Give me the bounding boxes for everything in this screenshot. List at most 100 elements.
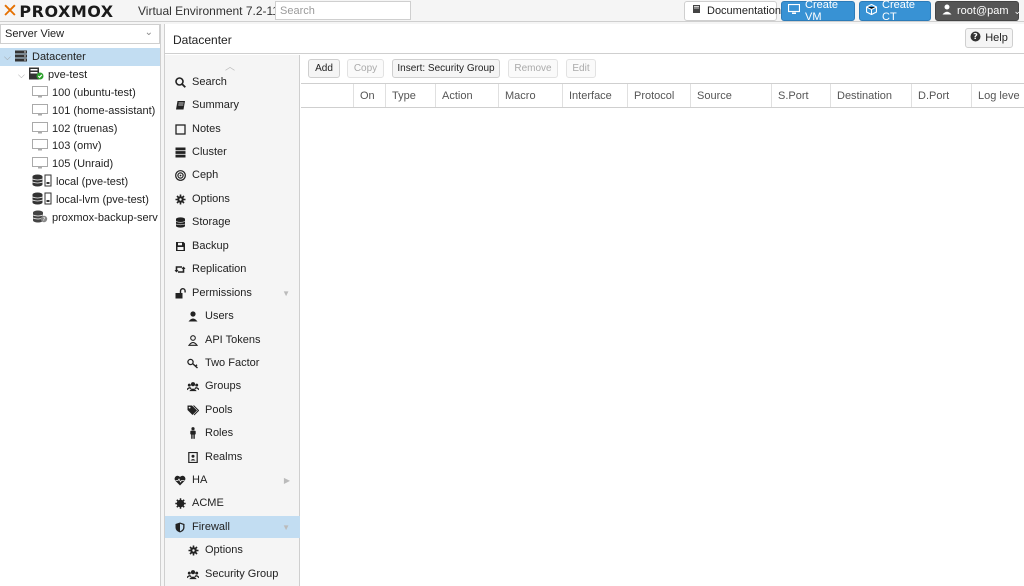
backup-storage-icon: ? bbox=[32, 210, 48, 226]
vm-icon bbox=[32, 121, 48, 137]
column-header[interactable]: Type bbox=[385, 84, 435, 107]
tree-item-label: 100 (ubuntu-test) bbox=[52, 87, 136, 99]
chevron-down-icon: ⌄ bbox=[144, 27, 153, 38]
menu-item-label: Replication bbox=[192, 263, 247, 275]
user-menu-button[interactable]: root@pam ⌄ bbox=[935, 1, 1021, 21]
certificate-icon bbox=[174, 497, 186, 509]
column-header[interactable]: Source bbox=[690, 84, 771, 107]
expand-chevron-icon[interactable]: ⌵ bbox=[4, 52, 14, 63]
documentation-button[interactable]: Documentation bbox=[684, 1, 781, 21]
menu-item-label: Cluster bbox=[192, 146, 227, 158]
tree-item[interactable]: 102 (truenas) bbox=[0, 120, 160, 138]
tree-item-label: local-lvm (pve-test) bbox=[56, 194, 149, 206]
version-label: Virtual Environment 7.2-11 bbox=[138, 4, 279, 18]
menu-item-storage[interactable]: Storage bbox=[165, 211, 300, 233]
heartbeat-icon bbox=[174, 474, 186, 486]
column-header[interactable]: D.Port bbox=[911, 84, 971, 107]
tree-item[interactable]: 105 (Unraid) bbox=[0, 155, 160, 173]
menu-item-ceph[interactable]: Ceph bbox=[165, 164, 300, 186]
column-header[interactable]: Action bbox=[435, 84, 498, 107]
menu-item-pools[interactable]: Pools bbox=[165, 399, 300, 421]
tree-item[interactable]: 101 (home-assistant) bbox=[0, 102, 160, 120]
menu-item-firewall[interactable]: Firewall ▼ bbox=[165, 516, 300, 538]
column-header[interactable]: Macro bbox=[498, 84, 562, 107]
tree-item-label: local (pve-test) bbox=[56, 176, 129, 188]
tree-item-label: pve-test bbox=[48, 69, 88, 81]
view-selector[interactable]: Server View ⌄ bbox=[0, 24, 160, 44]
database-icon bbox=[174, 216, 186, 228]
menu-item-options[interactable]: Options bbox=[165, 539, 300, 561]
copy-button[interactable]: Copy bbox=[347, 59, 384, 78]
tree-item[interactable]: 103 (omv) bbox=[0, 137, 160, 155]
menu-item-replication[interactable]: Replication bbox=[165, 258, 300, 280]
tree-item[interactable]: ? proxmox-backup-serv bbox=[0, 209, 160, 227]
menu-item-label: HA bbox=[192, 474, 208, 486]
datacenter-icon bbox=[14, 50, 28, 65]
documentation-label: Documentation bbox=[707, 5, 781, 17]
menu-item-label: Firewall bbox=[192, 521, 230, 533]
menu-item-label: Permissions bbox=[192, 287, 252, 299]
desktop-icon bbox=[787, 3, 801, 18]
svg-text:?: ? bbox=[973, 32, 978, 41]
global-search-input[interactable] bbox=[275, 1, 411, 20]
menu-item-ha[interactable]: HA ▶ bbox=[165, 469, 300, 491]
node-online-icon bbox=[28, 67, 44, 83]
menu-item-summary[interactable]: Summary bbox=[165, 94, 300, 116]
menu-item-search[interactable]: Search bbox=[165, 71, 300, 93]
tree-item-label: 105 (Unraid) bbox=[52, 158, 114, 170]
menu-item-acme[interactable]: ACME bbox=[165, 492, 300, 514]
proxmox-logo[interactable]: ✕ PROXMOX bbox=[2, 0, 114, 22]
menu-item-label: Two Factor bbox=[205, 357, 260, 369]
column-header[interactable]: Log leve bbox=[971, 84, 1024, 107]
tree-item-node[interactable]: ⌵ pve-test bbox=[0, 66, 160, 84]
menu-item-options[interactable]: Options bbox=[165, 188, 300, 210]
menu-item-backup[interactable]: Backup bbox=[165, 235, 300, 257]
expand-chevron-icon[interactable]: ⌵ bbox=[18, 70, 28, 81]
menu-item-cluster[interactable]: Cluster bbox=[165, 141, 300, 163]
server-icon bbox=[174, 146, 186, 158]
column-header[interactable]: On bbox=[353, 84, 385, 107]
menu-item-realms[interactable]: Realms bbox=[165, 446, 300, 468]
user-icon bbox=[187, 310, 199, 322]
retweet-icon bbox=[174, 263, 186, 275]
tree-item[interactable]: local (pve-test) bbox=[0, 173, 160, 191]
gear-icon bbox=[187, 544, 199, 556]
menu-item-security-group[interactable]: Security Group bbox=[165, 563, 300, 585]
menu-item-label: Users bbox=[205, 310, 234, 322]
column-header[interactable]: Interface bbox=[562, 84, 627, 107]
menu-item-two-factor[interactable]: Two Factor bbox=[165, 352, 300, 374]
column-header[interactable]: S.Port bbox=[771, 84, 830, 107]
menu-item-label: ACME bbox=[192, 497, 224, 509]
menu-item-api-tokens[interactable]: API Tokens bbox=[165, 329, 300, 351]
address-book-icon bbox=[187, 451, 199, 463]
svg-text:?: ? bbox=[43, 217, 46, 223]
page-title: Datacenter bbox=[173, 33, 232, 47]
menu-item-notes[interactable]: Notes bbox=[165, 118, 300, 140]
remove-button[interactable]: Remove bbox=[508, 59, 558, 78]
menu-item-users[interactable]: Users bbox=[165, 305, 300, 327]
column-header[interactable]: Protocol bbox=[627, 84, 690, 107]
logo-text: PROXMOX bbox=[19, 1, 114, 21]
tree-item[interactable]: local-lvm (pve-test) bbox=[0, 191, 160, 209]
menu-item-label: Pools bbox=[205, 404, 233, 416]
insert-security-group-button[interactable]: Insert: Security Group bbox=[392, 59, 500, 78]
vm-icon bbox=[32, 85, 48, 101]
tree-item[interactable]: 100 (ubuntu-test) bbox=[0, 84, 160, 102]
help-button[interactable]: ? Help bbox=[965, 28, 1013, 48]
edit-button[interactable]: Edit bbox=[566, 59, 596, 78]
tree-item-datacenter[interactable]: ⌵ Datacenter bbox=[0, 48, 160, 66]
menu-item-permissions[interactable]: Permissions ▼ bbox=[165, 282, 300, 304]
content-panel: Datacenter ? Help ︿ Search Summary Notes Cl… bbox=[164, 24, 1024, 586]
create-ct-button[interactable]: Create CT bbox=[859, 0, 931, 23]
add-button[interactable]: Add bbox=[308, 59, 340, 78]
tree-item-label: 101 (home-assistant) bbox=[52, 105, 156, 117]
create-vm-button[interactable]: Create VM bbox=[781, 0, 855, 23]
users-icon bbox=[187, 380, 199, 392]
vm-icon bbox=[32, 103, 48, 119]
menu-item-label: Roles bbox=[205, 427, 234, 439]
menu-item-groups[interactable]: Groups bbox=[165, 375, 300, 397]
gear-icon bbox=[174, 193, 186, 205]
menu-item-roles[interactable]: Roles bbox=[165, 422, 300, 444]
column-header[interactable]: Destination bbox=[830, 84, 911, 107]
users-icon bbox=[187, 568, 199, 580]
